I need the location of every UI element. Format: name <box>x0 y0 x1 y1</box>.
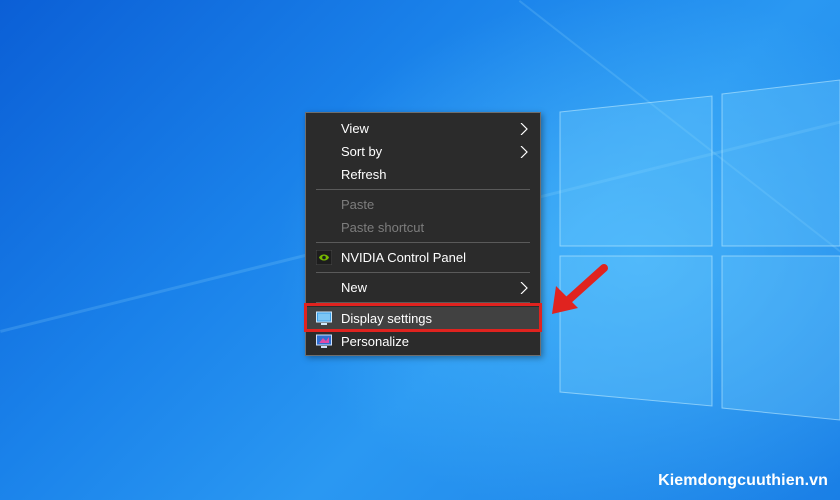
menu-item-label: Paste <box>341 197 375 212</box>
watermark: Kiemdongcuuthien.vn <box>658 472 828 489</box>
menu-item-label: Personalize <box>341 334 409 349</box>
menu-item-sort-by[interactable]: Sort by <box>306 140 540 163</box>
menu-item-label: NVIDIA Control Panel <box>341 250 467 265</box>
menu-item-personalize[interactable]: Personalize <box>306 330 540 353</box>
chevron-right-icon <box>520 146 528 158</box>
menu-item-paste: Paste <box>306 193 540 216</box>
menu-item-refresh[interactable]: Refresh <box>306 163 540 186</box>
menu-item-label: View <box>341 121 369 136</box>
nvidia-icon <box>316 250 332 265</box>
menu-item-view[interactable]: View <box>306 117 540 140</box>
menu-item-label: New <box>341 280 368 295</box>
menu-separator <box>316 272 530 273</box>
red-arrow-icon <box>552 264 608 314</box>
menu-separator <box>316 242 530 243</box>
highlight-box <box>304 303 542 332</box>
personalize-icon <box>316 334 332 348</box>
menu-item-paste-shortcut: Paste shortcut <box>306 216 540 239</box>
menu-item-nvidia-control-panel[interactable]: NVIDIA Control Panel <box>306 246 540 269</box>
chevron-right-icon <box>520 282 528 294</box>
menu-item-label: Sort by <box>341 144 383 159</box>
menu-item-new[interactable]: New <box>306 276 540 299</box>
chevron-right-icon <box>520 123 528 135</box>
menu-separator <box>316 189 530 190</box>
menu-item-label: Refresh <box>341 167 387 182</box>
menu-item-label: Paste shortcut <box>341 220 425 235</box>
